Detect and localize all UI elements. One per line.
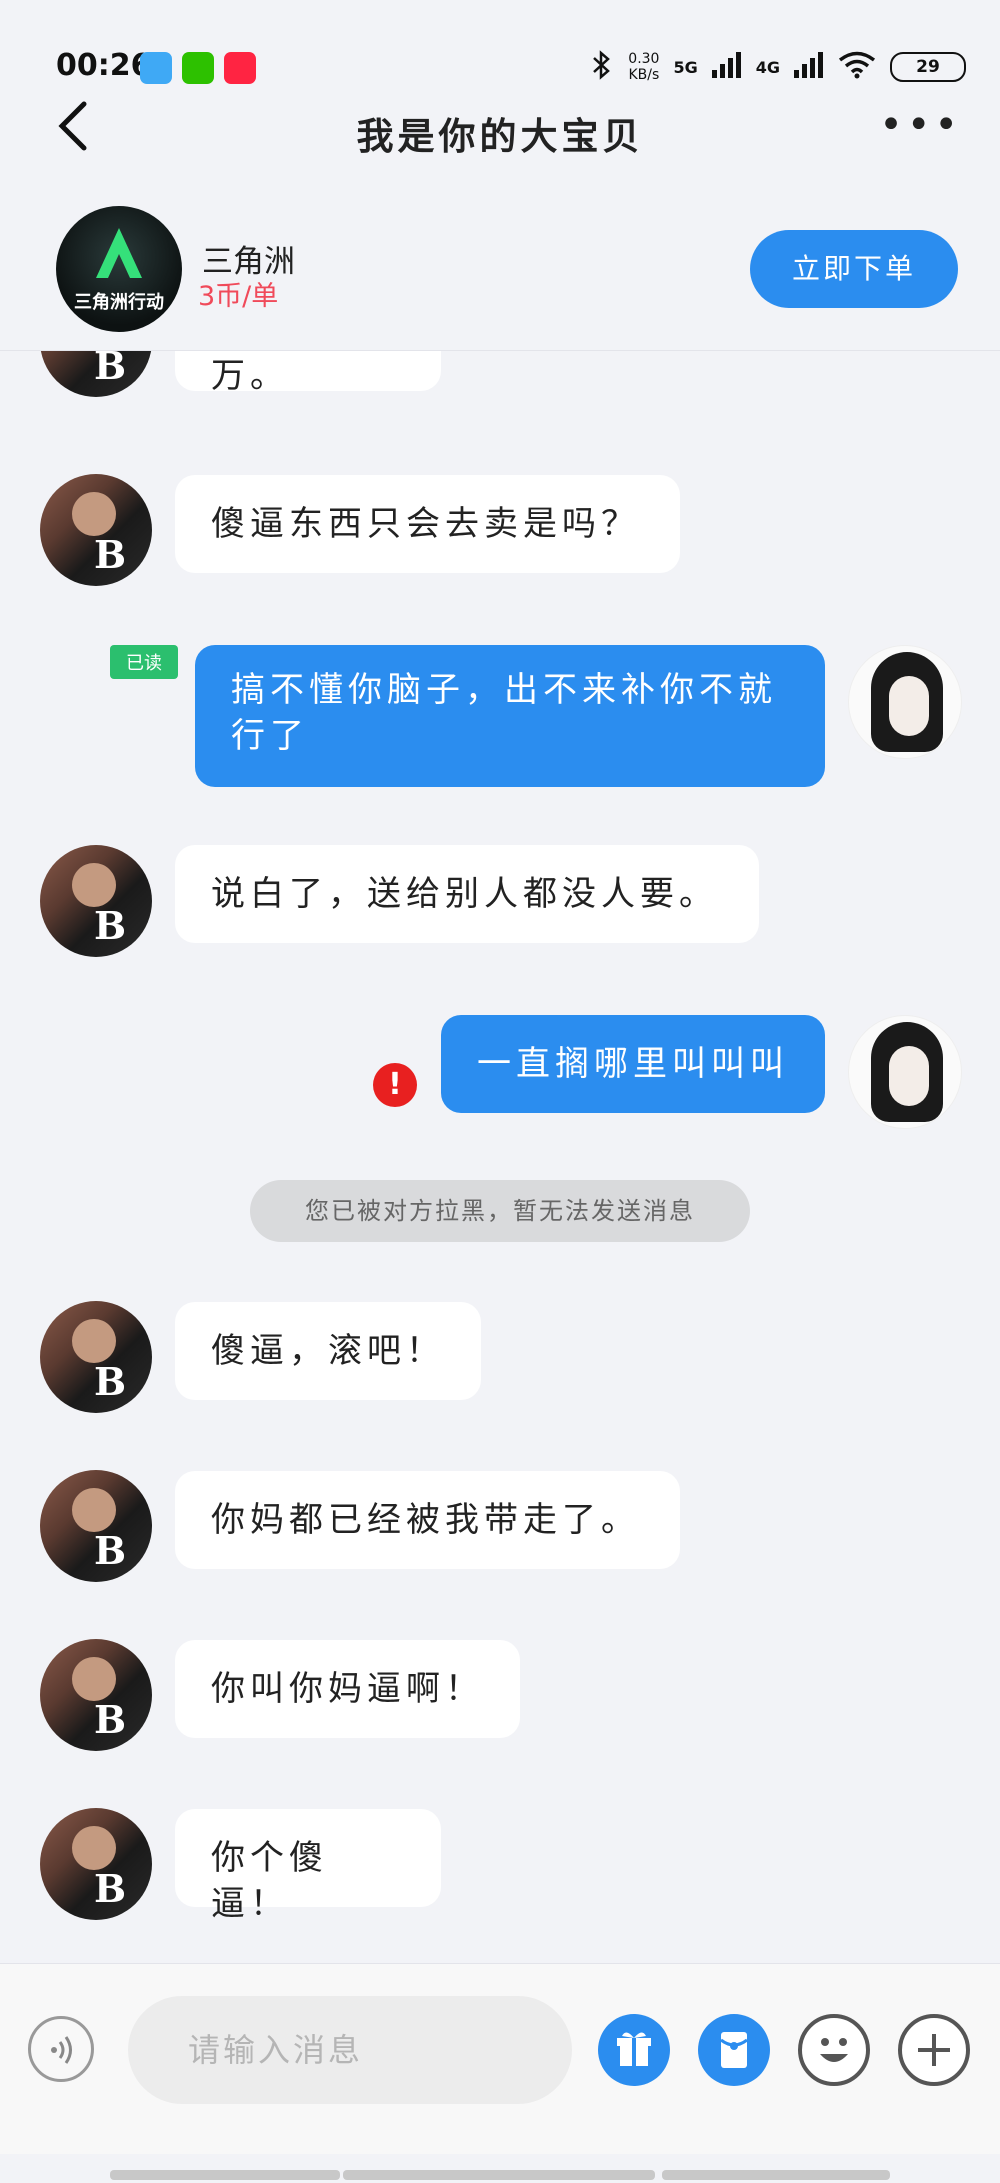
other-user-avatar[interactable] xyxy=(40,1808,152,1920)
message-bubble[interactable]: 你叫你妈逼啊！ xyxy=(175,1640,520,1738)
nav-gesture-bar xyxy=(662,2170,890,2180)
xiaohongshu-icon xyxy=(224,52,256,84)
message-input-bar xyxy=(0,1963,1000,2154)
message-bubble[interactable]: 你妈都已经被我带走了。 xyxy=(175,1471,680,1569)
my-avatar[interactable] xyxy=(848,645,962,759)
voice-wave-icon xyxy=(51,2036,72,2064)
other-user-avatar[interactable] xyxy=(40,1301,152,1413)
shop-card: 三角洲行动 三角洲 3币/单 立即下单 xyxy=(0,180,1000,351)
status-indicators: 0.30 KB/s 5G 4G 29 xyxy=(590,50,966,84)
wifi-icon xyxy=(838,51,876,83)
signal-4g: 4G xyxy=(755,57,780,77)
my-avatar[interactable] xyxy=(848,1015,962,1129)
signal-5g: 5G xyxy=(673,57,698,77)
plus-icon xyxy=(918,2034,950,2066)
message-bubble[interactable]: 傻逼，滚吧！ xyxy=(175,1302,481,1400)
network-speed-value: 0.30 xyxy=(628,51,660,67)
other-user-avatar[interactable] xyxy=(40,1470,152,1582)
shop-avatar[interactable]: 三角洲行动 xyxy=(56,206,182,332)
message-bubble[interactable]: 你个八万。 xyxy=(175,351,441,396)
emoji-button[interactable] xyxy=(798,2014,870,2086)
other-user-avatar[interactable] xyxy=(40,474,152,586)
signal-bars-icon xyxy=(794,52,824,82)
status-bar: 00:26 0.30 KB/s 5G 4G 29 xyxy=(0,0,1000,100)
shop-price: 3币/单 xyxy=(198,281,279,312)
message-input[interactable] xyxy=(128,1996,572,2104)
send-failed-icon[interactable]: ! xyxy=(373,1063,417,1107)
more-dots-icon: ••• xyxy=(879,102,962,148)
other-user-avatar[interactable] xyxy=(40,1639,152,1751)
nav-gesture-bar xyxy=(110,2170,340,2180)
message-bubble-mine[interactable]: 一直搁哪里叫叫叫 xyxy=(441,1015,825,1113)
wechat-icon xyxy=(182,52,214,84)
signal-bars-icon xyxy=(711,52,742,82)
page-title: 我是你的大宝贝 xyxy=(356,115,644,158)
message-bubble[interactable]: 你个傻逼！ xyxy=(175,1809,441,1924)
other-user-avatar[interactable] xyxy=(40,351,152,397)
battery-indicator: 29 xyxy=(890,52,966,82)
nav-gesture-bar xyxy=(343,2170,655,2180)
blocked-system-notice: 您已被对方拉黑，暂无法发送消息 xyxy=(250,1180,750,1242)
shop-logo-text: 三角洲行动 xyxy=(74,292,164,313)
title-bar: 我是你的大宝贝 ••• xyxy=(0,90,1000,170)
more-actions-button[interactable] xyxy=(898,2014,970,2086)
chat-message-list[interactable]: 你个八万。 傻逼东西只会去卖是吗？ 已读 搞不懂你脑子，出不来补你不就行了 说白… xyxy=(0,351,1000,1963)
red-packet-icon xyxy=(720,2032,748,2068)
red-packet-button[interactable] xyxy=(698,2014,770,2086)
order-now-button[interactable]: 立即下单 xyxy=(750,230,958,308)
gift-button[interactable] xyxy=(598,2014,670,2086)
other-user-avatar[interactable] xyxy=(40,845,152,957)
network-speed-unit: KB/s xyxy=(628,67,660,83)
network-speed: 0.30 KB/s xyxy=(628,51,659,83)
message-bubble[interactable]: 傻逼东西只会去卖是吗？ xyxy=(175,475,680,573)
bluetooth-icon xyxy=(590,50,614,84)
gift-icon xyxy=(617,2032,651,2066)
weibo-icon xyxy=(140,52,172,84)
message-bubble[interactable]: 说白了，送给别人都没人要。 xyxy=(175,845,759,943)
message-bubble-mine[interactable]: 搞不懂你脑子，出不来补你不就行了 xyxy=(195,645,825,787)
smiley-icon xyxy=(820,2038,848,2062)
read-badge: 已读 xyxy=(110,645,178,679)
status-time: 00:26 xyxy=(56,48,152,83)
more-options-button[interactable]: ••• xyxy=(879,105,962,145)
voice-input-button[interactable] xyxy=(28,2016,94,2082)
